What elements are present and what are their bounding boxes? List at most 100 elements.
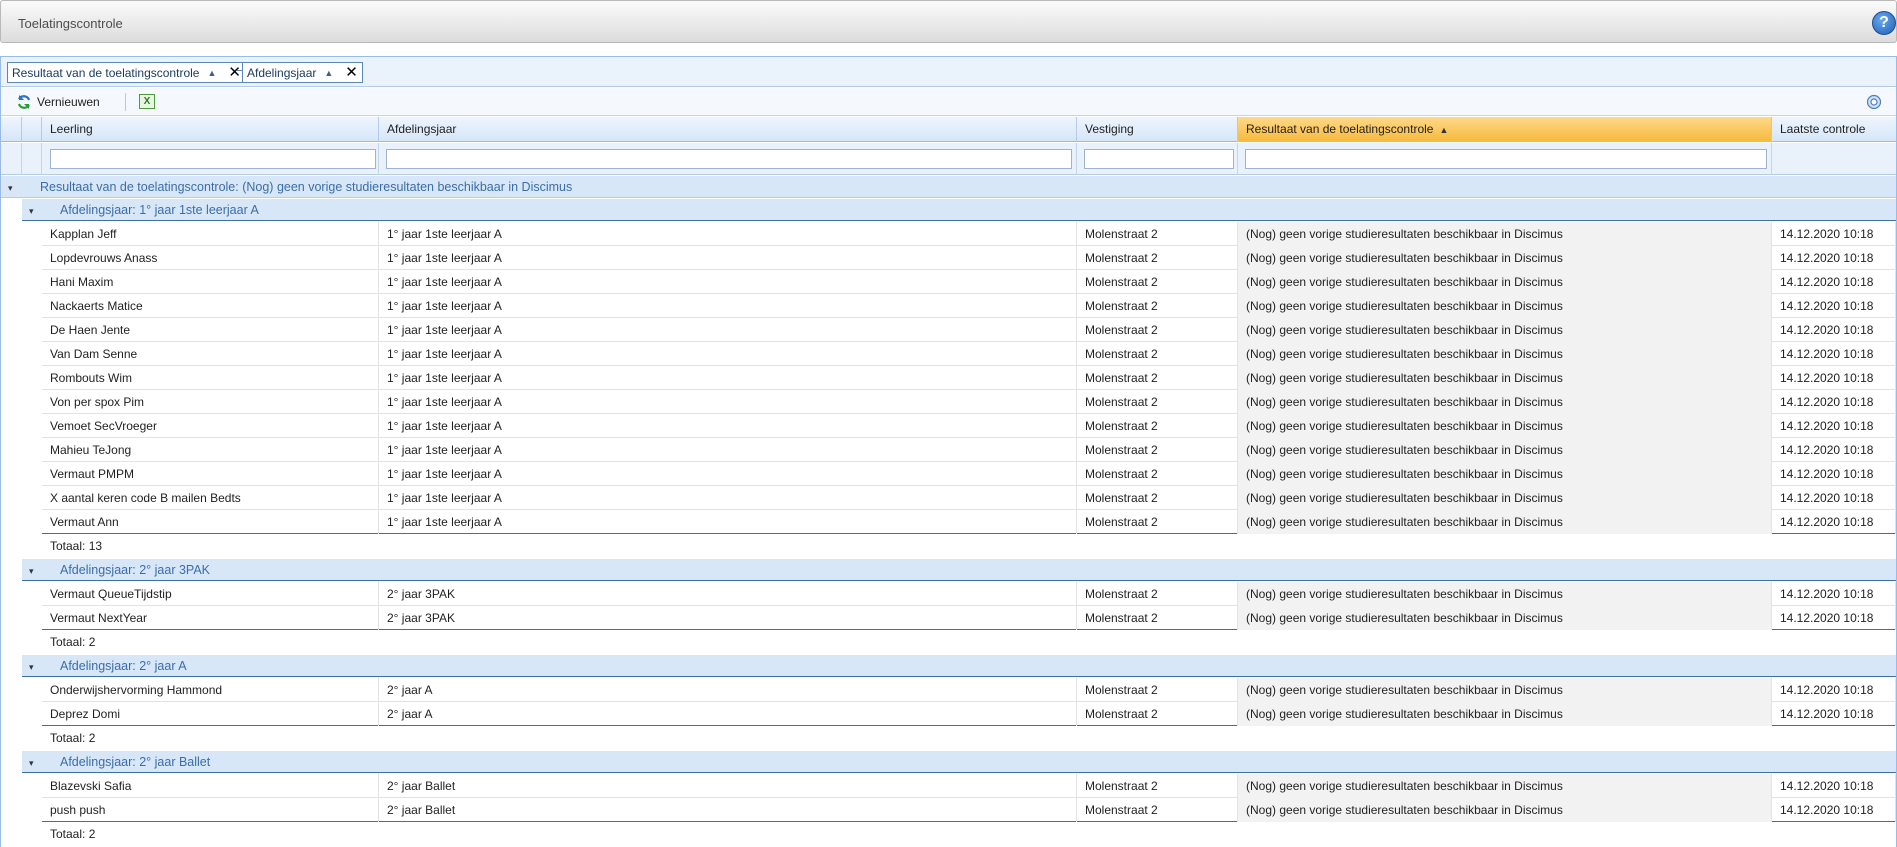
table-row[interactable]: Vermaut QueueTijdstip 2° jaar 3PAK Molenst… <box>42 582 1896 606</box>
table-row[interactable]: De Haen Jente 1° jaar 1ste leerjaar A Mole… <box>42 318 1896 342</box>
cell-laatste-controle: 14.12.2020 10:18 <box>1772 510 1896 534</box>
cell-resultaat: (Nog) geen vorige studieresultaten besch… <box>1238 438 1772 462</box>
group-chip-label: Afdelingsjaar <box>247 65 317 80</box>
collapse-icon[interactable]: ▾ <box>29 656 34 678</box>
table-row[interactable]: Hani Maxim 1° jaar 1ste leerjaar A Molenst… <box>42 270 1896 294</box>
group-header[interactable]: ▾ Afdelingsjaar: 2° jaar A <box>22 655 1896 677</box>
column-header-resultaat[interactable]: Resultaat van de toelatingscontrole ▲ <box>1238 117 1772 142</box>
settings-gear-icon[interactable] <box>1866 94 1882 110</box>
cell-resultaat: (Nog) geen vorige studieresultaten besch… <box>1238 606 1772 630</box>
cell-leerling: Hani Maxim <box>42 270 379 294</box>
collapse-icon[interactable]: ▾ <box>29 560 34 582</box>
cell-afdelingsjaar: 1° jaar 1ste leerjaar A <box>379 294 1077 318</box>
toolbar-separator <box>125 93 126 111</box>
cell-resultaat: (Nog) geen vorige studieresultaten besch… <box>1238 582 1772 606</box>
cell-afdelingsjaar: 1° jaar 1ste leerjaar A <box>379 342 1077 366</box>
cell-leerling: De Haen Jente <box>42 318 379 342</box>
group-chip-label: Resultaat van de toelatingscontrole <box>12 65 200 80</box>
outer-group-header[interactable]: ▾ Resultaat van de toelatingscontrole: (… <box>1 176 1896 198</box>
cell-leerling: Onderwijshervorming Hammond <box>42 678 379 702</box>
cell-afdelingsjaar: 2° jaar 3PAK <box>379 606 1077 630</box>
cell-resultaat: (Nog) geen vorige studieresultaten besch… <box>1238 486 1772 510</box>
cell-vestiging: Molenstraat 2 <box>1077 678 1238 702</box>
help-icon[interactable]: ? <box>1872 11 1896 35</box>
sort-asc-icon[interactable]: ▲ <box>324 68 333 78</box>
filter-cell-afdelingsjaar <box>379 143 1077 175</box>
refresh-button[interactable]: Vernieuwen <box>16 94 100 110</box>
collapse-icon[interactable]: ▾ <box>29 200 34 222</box>
cell-laatste-controle: 14.12.2020 10:18 <box>1772 294 1896 318</box>
remove-group-icon[interactable]: ✕ <box>345 65 358 80</box>
table-row[interactable]: Nackaerts Matice 1° jaar 1ste leerjaar AM… <box>42 294 1896 318</box>
filter-input-leerling[interactable] <box>50 149 376 169</box>
group-label: Afdelingsjaar: 1° jaar 1ste leerjaar A <box>60 203 259 217</box>
excel-export-icon[interactable]: X <box>139 94 155 109</box>
table-row[interactable]: Vermaut PMPM 1° jaar 1ste leerjaar A Molen… <box>42 462 1896 486</box>
table-row[interactable]: push push 2° jaar Ballet Molenstraat 2 (Nog… <box>42 798 1896 822</box>
filter-input-resultaat[interactable] <box>1245 149 1767 169</box>
table-row[interactable]: Von per spox Pim 1° jaar 1ste leerjaar AM… <box>42 390 1896 414</box>
cell-leerling: Von per spox Pim <box>42 390 379 414</box>
cell-vestiging: Molenstraat 2 <box>1077 486 1238 510</box>
group-header[interactable]: ▾ Afdelingsjaar: 1° jaar 1ste leerjaar A <box>22 199 1896 221</box>
group-chip-afdelingsjaar[interactable]: Afdelingsjaar ▲ ✕ <box>242 62 363 83</box>
column-header-vestiging[interactable]: Vestiging <box>1077 117 1238 142</box>
collapse-icon[interactable]: ▾ <box>8 177 13 199</box>
column-header-laatste-controle[interactable]: Laatste controle <box>1772 117 1896 142</box>
filter-cell-resultaat <box>1238 143 1772 175</box>
cell-resultaat: (Nog) geen vorige studieresultaten besch… <box>1238 798 1772 822</box>
cell-vestiging: Molenstraat 2 <box>1077 510 1238 534</box>
sort-asc-icon[interactable]: ▲ <box>207 68 216 78</box>
cell-leerling: Vermaut QueueTijdstip <box>42 582 379 606</box>
column-header-leerling[interactable]: Leerling <box>42 117 379 142</box>
group-chip-resultaat[interactable]: Resultaat van de toelatingscontrole ▲ ✕ <box>7 62 246 83</box>
cell-vestiging: Molenstraat 2 <box>1077 366 1238 390</box>
cell-resultaat: (Nog) geen vorige studieresultaten besch… <box>1238 510 1772 534</box>
cell-afdelingsjaar: 2° jaar A <box>379 678 1077 702</box>
cell-laatste-controle: 14.12.2020 10:18 <box>1772 342 1896 366</box>
group-label: Afdelingsjaar: 2° jaar 3PAK <box>60 563 210 577</box>
header-spacer <box>1 117 22 142</box>
cell-resultaat: (Nog) geen vorige studieresultaten besch… <box>1238 342 1772 366</box>
collapse-icon[interactable]: ▾ <box>29 752 34 774</box>
filter-input-afdelingsjaar[interactable] <box>386 149 1072 169</box>
sort-asc-icon: ▲ <box>1439 125 1449 135</box>
table-row[interactable]: Deprez Domi 2° jaar A Molenstraat 2 (Nog) g… <box>42 702 1896 726</box>
cell-vestiging: Molenstraat 2 <box>1077 414 1238 438</box>
cell-afdelingsjaar: 1° jaar 1ste leerjaar A <box>379 270 1077 294</box>
group-header[interactable]: ▾ Afdelingsjaar: 2° jaar 3PAK <box>22 559 1896 581</box>
cell-afdelingsjaar: 1° jaar 1ste leerjaar A <box>379 510 1077 534</box>
cell-resultaat: (Nog) geen vorige studieresultaten besch… <box>1238 366 1772 390</box>
cell-resultaat: (Nog) geen vorige studieresultaten besch… <box>1238 318 1772 342</box>
table-row[interactable]: Blazevski Safia 2° jaar Ballet Molenstraat… <box>42 774 1896 798</box>
cell-vestiging: Molenstraat 2 <box>1077 318 1238 342</box>
remove-group-icon[interactable]: ✕ <box>228 65 241 80</box>
column-header-afdelingsjaar[interactable]: Afdelingsjaar <box>379 117 1077 142</box>
cell-leerling: Lopdevrouws Anass <box>42 246 379 270</box>
table-row[interactable]: X aantal keren code B mailen Bedts 1° jaa… <box>42 486 1896 510</box>
filter-cell-vestiging <box>1077 143 1238 175</box>
cell-leerling: Kapplan Jeff <box>42 222 379 246</box>
header-spacer <box>22 117 42 142</box>
grid-toolbar: Vernieuwen X <box>1 88 1896 116</box>
filter-input-vestiging[interactable] <box>1084 149 1234 169</box>
cell-leerling: Vermaut Ann <box>42 510 379 534</box>
table-row[interactable]: Vemoet SecVroeger 1° jaar 1ste leerjaar A… <box>42 414 1896 438</box>
cell-resultaat: (Nog) geen vorige studieresultaten besch… <box>1238 390 1772 414</box>
cell-vestiging: Molenstraat 2 <box>1077 702 1238 726</box>
group-total: Totaal: 2 <box>42 630 1896 655</box>
cell-resultaat: (Nog) geen vorige studieresultaten besch… <box>1238 246 1772 270</box>
table-row[interactable]: Mahieu TeJong 1° jaar 1ste leerjaar A Mole… <box>42 438 1896 462</box>
cell-leerling: Blazevski Safia <box>42 774 379 798</box>
table-row[interactable]: Kapplan Jeff 1° jaar 1ste leerjaar A Molen… <box>42 222 1896 246</box>
table-row[interactable]: Vermaut NextYear 2° jaar 3PAK Molenstraat … <box>42 606 1896 630</box>
refresh-icon <box>17 95 31 109</box>
cell-resultaat: (Nog) geen vorige studieresultaten besch… <box>1238 774 1772 798</box>
group-header[interactable]: ▾ Afdelingsjaar: 2° jaar Ballet <box>22 751 1896 773</box>
table-row[interactable]: Lopdevrouws Anass 1° jaar 1ste leerjaar A… <box>42 246 1896 270</box>
table-row[interactable]: Onderwijshervorming Hammond 2° jaar A Mole… <box>42 678 1896 702</box>
group-total: Totaal: 2 <box>42 822 1896 847</box>
table-row[interactable]: Vermaut Ann 1° jaar 1ste leerjaar A Molens… <box>42 510 1896 534</box>
table-row[interactable]: Rombouts Wim 1° jaar 1ste leerjaar A Molen… <box>42 366 1896 390</box>
table-row[interactable]: Van Dam Senne 1° jaar 1ste leerjaar A Mole… <box>42 342 1896 366</box>
